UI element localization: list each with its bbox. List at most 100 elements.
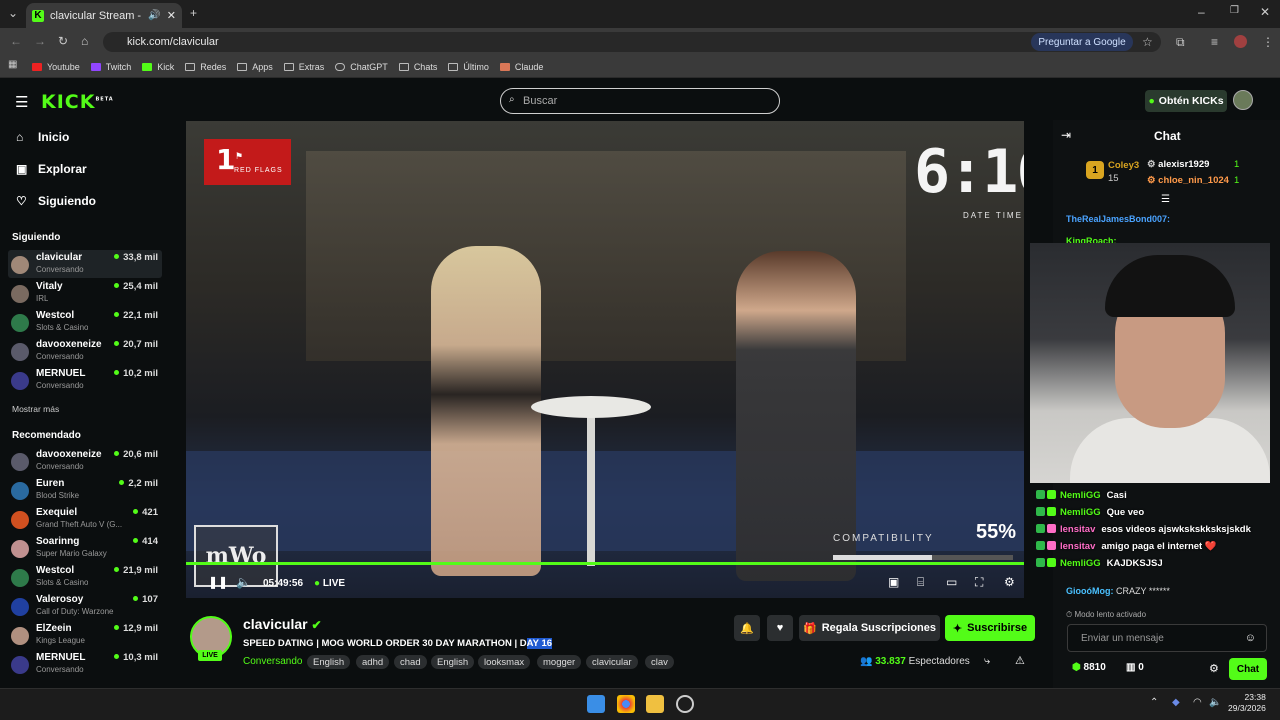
clip-icon[interactable]: ⌸ xyxy=(917,575,924,590)
sidebar-channel-exequiel[interactable]: Exequiel Grand Theft Auto V (G... 421 xyxy=(8,505,162,533)
sidebar-channel-westcol[interactable]: Westcol Slots & Casino 21,9 mil xyxy=(8,563,162,591)
tag-chip[interactable]: clavicular xyxy=(586,655,638,669)
tag-chip[interactable]: English xyxy=(431,655,475,669)
sidebar-channel-vitaly[interactable]: Vitaly IRL 25,4 mil xyxy=(8,279,162,307)
video-progress-bar[interactable] xyxy=(186,562,1024,565)
forward-icon[interactable]: → xyxy=(34,34,46,48)
tray-chevron-icon[interactable]: ⌃ xyxy=(1150,697,1158,708)
tab-title: clavicular Stream - Watch Li xyxy=(50,9,144,22)
kicks-coin-icon: ● xyxy=(1148,95,1155,107)
reading-list-icon[interactable]: ≡ xyxy=(1211,35,1218,49)
video-table xyxy=(531,396,651,418)
gift-subs-button[interactable]: 🎁 Regala Suscripciones xyxy=(799,615,940,641)
sidebar-channel-davooxeneize[interactable]: davooxeneize Conversando 20,6 mil xyxy=(8,447,162,475)
bookmark-twitch[interactable]: Twitch xyxy=(90,62,131,72)
bookmark-star-icon[interactable]: ☆ xyxy=(1142,35,1153,49)
emoji-icon[interactable]: ☺ xyxy=(1245,632,1256,644)
streamer-name[interactable]: clavicular ✔ xyxy=(243,616,322,632)
tag-chip[interactable]: mogger xyxy=(537,655,582,669)
show-more-link[interactable]: Mostrar más xyxy=(12,404,59,414)
sidebar-channel-elzeein[interactable]: ElZeein Kings League 12,9 mil xyxy=(8,621,162,649)
kick-logo[interactable]: KICKBETA xyxy=(41,91,114,113)
miniplayer-icon[interactable]: ▣ xyxy=(888,575,899,589)
speaker-icon[interactable]: 🔈 xyxy=(1209,697,1221,708)
new-tab-icon[interactable]: + xyxy=(190,6,197,20)
channel-name: davooxeneize xyxy=(36,339,102,350)
sidebar-channel-soarinng[interactable]: Soarinng Super Mario Galaxy 414 xyxy=(8,534,162,562)
tag-chip[interactable]: English xyxy=(307,655,351,669)
video-player[interactable]: 1 ⚑ RED FLAGS 6:16 DATE TIME mWo COMPATI… xyxy=(186,121,1024,598)
overlay-chat-text: Que veo xyxy=(1106,507,1145,518)
nav-inicio[interactable]: ⌂ Inicio xyxy=(16,130,69,144)
stream-category[interactable]: Conversando xyxy=(243,656,302,667)
search-input[interactable]: ⌕ Buscar xyxy=(500,88,780,114)
tab-audio-icon[interactable]: 🔊 xyxy=(148,10,160,21)
sidebar-channel-euren[interactable]: Euren Blood Strike 2,2 mil xyxy=(8,476,162,504)
bookmark-chatgpt[interactable]: ChatGPT xyxy=(335,62,388,72)
wifi-icon[interactable]: ◠ xyxy=(1193,697,1202,708)
get-kicks-button[interactable]: ● Obtén KICKs xyxy=(1145,90,1227,112)
settings-icon[interactable]: ⚙ xyxy=(1004,575,1015,589)
bookmark-extras[interactable]: Extras xyxy=(283,62,324,72)
bookmark-youtube[interactable]: Youtube xyxy=(32,62,80,72)
extensions-icon[interactable]: ⧉ xyxy=(1176,35,1185,50)
bookmark-ultimo[interactable]: Último xyxy=(448,62,489,72)
hamburger-menu-icon[interactable]: ☰ xyxy=(15,93,28,111)
sidebar-channel-westcol[interactable]: Westcol Slots & Casino 22,1 mil xyxy=(8,308,162,336)
ask-google-button[interactable]: Preguntar a Google xyxy=(1031,33,1133,51)
back-icon[interactable]: ← xyxy=(10,34,22,48)
close-window-icon[interactable]: ✕ xyxy=(1260,5,1270,19)
chest-count[interactable]: ▥ 0 xyxy=(1126,662,1144,673)
tab-search-icon[interactable]: ⌄ xyxy=(8,6,18,20)
user-avatar[interactable] xyxy=(1233,90,1253,110)
collapse-chat-icon[interactable]: ⇥ xyxy=(1061,128,1071,142)
chat-settings-icon[interactable]: ⚙ xyxy=(1209,662,1219,675)
pause-icon[interactable]: ❚❚ xyxy=(208,575,228,589)
tag-chip[interactable]: adhd xyxy=(356,655,390,669)
profile-avatar[interactable] xyxy=(1234,35,1247,48)
report-icon[interactable]: ⚠ xyxy=(1015,654,1025,667)
browser-menu-icon[interactable]: ⋮ xyxy=(1262,35,1274,49)
chat-message-input[interactable]: Enviar un mensaje ☺ xyxy=(1067,624,1267,652)
bookmark-claude[interactable]: Claude xyxy=(499,62,543,72)
tag-chip[interactable]: chad xyxy=(394,655,427,669)
bookmark-redes[interactable]: Redes xyxy=(185,62,226,72)
tab-close-icon[interactable]: ✕ xyxy=(167,9,176,22)
subscribe-button[interactable]: ✦ Suscribirse xyxy=(945,615,1035,641)
tag-chip[interactable]: looksmax xyxy=(478,655,531,669)
chat-send-button[interactable]: Chat xyxy=(1229,658,1267,680)
nav-siguiendo[interactable]: ♡ Siguiendo xyxy=(16,194,96,208)
bookmark-chats[interactable]: Chats xyxy=(398,62,437,72)
reload-icon[interactable]: ↻ xyxy=(58,34,68,48)
notifications-bell-icon[interactable]: 🔔 xyxy=(734,615,760,641)
file-explorer-icon[interactable] xyxy=(646,695,664,713)
bookmark-kick[interactable]: Kick xyxy=(142,62,174,72)
share-icon[interactable]: ⤷ xyxy=(984,655,990,668)
app-icon[interactable] xyxy=(676,695,694,713)
expand-leaderboard-icon[interactable]: ☰ xyxy=(1161,194,1170,205)
apps-grid-icon[interactable]: ▦ xyxy=(8,59,17,70)
sidebar-channel-valerosoy[interactable]: Valerosoy Call of Duty: Warzone 107 xyxy=(8,592,162,620)
chrome-icon[interactable] xyxy=(617,695,635,713)
sidebar-channel-davooxeneize[interactable]: davooxeneize Conversando 20,7 mil xyxy=(8,337,162,365)
browser-tab[interactable]: K clavicular Stream - Watch Li 🔊 ✕ xyxy=(26,3,182,28)
volume-icon[interactable]: 🔈 xyxy=(236,575,251,589)
fullscreen-icon[interactable]: ⛶ xyxy=(975,575,983,590)
tray-app-icon[interactable]: ◆ xyxy=(1172,697,1180,708)
restore-icon[interactable]: ❐ xyxy=(1230,5,1239,16)
overlay-chat-text: amigo paga el internet ❤️ xyxy=(1101,541,1217,552)
sidebar-channel-mernuel[interactable]: MERNUEL Conversando 10,2 mil xyxy=(8,366,162,394)
theater-mode-icon[interactable]: ▭ xyxy=(946,575,957,589)
follow-heart-icon[interactable]: ♥ xyxy=(767,615,793,641)
sidebar-channel-mernuel[interactable]: MERNUEL Conversando 10,3 mil xyxy=(8,650,162,678)
channel-points[interactable]: ⬢ 8810 xyxy=(1072,662,1106,673)
url-input[interactable]: kick.com/clavicular xyxy=(103,32,1161,52)
sidebar-channel-clavicular[interactable]: clavicular Conversando 33,8 mil xyxy=(8,250,162,278)
home-icon[interactable]: ⌂ xyxy=(81,34,88,48)
tag-chip[interactable]: clav xyxy=(645,655,674,669)
bookmark-apps[interactable]: Apps xyxy=(237,62,273,72)
system-clock[interactable]: 23:38 29/3/2026 xyxy=(1228,692,1266,714)
windows-start-icon[interactable] xyxy=(587,695,605,713)
minimize-icon[interactable]: – xyxy=(1198,5,1205,19)
nav-explorar[interactable]: ▣ Explorar xyxy=(16,162,87,176)
